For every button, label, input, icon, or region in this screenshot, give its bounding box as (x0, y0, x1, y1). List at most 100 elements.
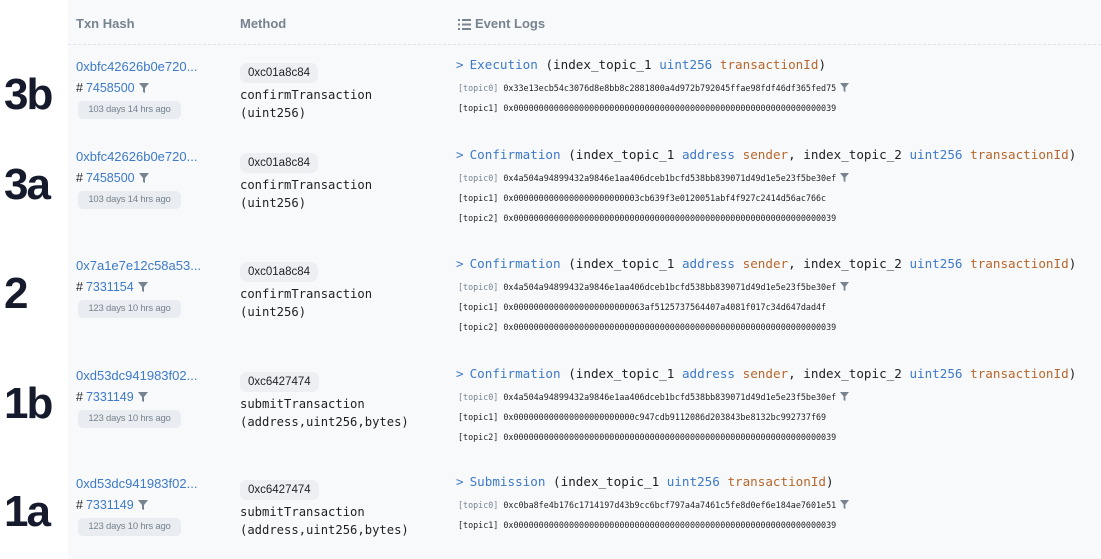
event-open-paren: ( (568, 366, 576, 381)
topic-value: 0x4a504a94899432a9846e1aa406dceb1bcfd538… (503, 392, 837, 402)
column-header-txn-hash: Txn Hash (76, 16, 135, 31)
method-id-badge: 0xc6427474 (240, 480, 319, 500)
event-param-part (735, 147, 743, 162)
txn-hash-link[interactable]: 0xbfc42626b0e720... (76, 59, 197, 74)
method-id-badge: 0xc01a8c84 (240, 262, 319, 282)
txn-hash-link[interactable]: 0xbfc42626b0e720... (76, 149, 197, 164)
chevron-right-icon[interactable]: > (456, 256, 464, 271)
event-param-part: , index_topic_2 (788, 366, 910, 381)
topic-value: 0x00000000000000000000000063af5125737564… (503, 302, 827, 312)
filter-icon[interactable] (840, 83, 850, 92)
topic-line: [topic0] 0x4a504a94899432a9846e1aa406dce… (458, 173, 850, 183)
topic-line: [topic1] 0x00000000000000000000000000000… (458, 103, 836, 113)
row-annotation-label: 3a (4, 160, 51, 209)
filter-icon[interactable] (840, 173, 850, 182)
event-open-paren: ( (545, 57, 554, 72)
event-param-part (735, 256, 743, 271)
event-param-part (712, 57, 720, 72)
topic-line: [topic1] 0x00000000000000000000000063af5… (458, 302, 826, 312)
event-signature[interactable]: > Confirmation (index_topic_1 address sen… (456, 147, 1076, 162)
event-name: Confirmation (469, 147, 561, 162)
chevron-right-icon[interactable]: > (456, 366, 464, 381)
topic-value: 0x0000000000000000000000003cb639f3e01200… (503, 193, 827, 203)
filter-icon[interactable] (840, 392, 850, 401)
txn-hash-link[interactable]: 0xd53dc941983f02... (76, 368, 197, 383)
event-param-part: transactionId (970, 147, 1069, 162)
method-signature-line: (address,uint256,bytes) (240, 415, 409, 429)
event-param-part: sender (742, 256, 789, 271)
event-param-part: transactionId (719, 57, 819, 72)
method-id-badge: 0xc01a8c84 (240, 63, 319, 83)
topic-label: [topic0] (458, 500, 499, 510)
topic-value: 0x00000000000000000000000000000000000000… (503, 322, 837, 332)
topic-value: 0x000000000000000000000000c947cdb9112086… (503, 412, 827, 422)
topic-value: 0x4a504a94899432a9846e1aa406dceb1bcfd538… (503, 173, 837, 183)
topic-value: 0xc0ba8fe4b176c1714197d43b9cc6bcf797a4a7… (503, 500, 837, 510)
event-signature[interactable]: > Submission (index_topic_1 uint256 trans… (456, 474, 834, 489)
event-close-paren: ) (1068, 256, 1077, 271)
topic-line: [topic2] 0x00000000000000000000000000000… (458, 432, 836, 442)
block-number-link[interactable]: 7331149 (86, 498, 134, 512)
row-annotation-label: 3b (4, 70, 53, 119)
block-number-link[interactable]: 7458500 (86, 81, 135, 95)
event-param-part (963, 147, 971, 162)
row-annotation-label: 1a (4, 487, 51, 536)
txn-hash-link[interactable]: 0x7a1e7e12c58a53... (76, 258, 201, 273)
event-param-part: index_topic_1 (553, 57, 660, 72)
topic-label: [topic1] (458, 520, 499, 530)
method-signature-line: confirmTransaction (240, 178, 373, 192)
chevron-right-icon[interactable]: > (456, 57, 464, 72)
topic-line: [topic2] 0x00000000000000000000000000000… (458, 213, 836, 223)
topic-value: 0x00000000000000000000000000000000000000… (503, 432, 837, 442)
topic-value: 0x00000000000000000000000000000000000000… (503, 213, 837, 223)
block-number-link[interactable]: 7331149 (86, 390, 134, 404)
method-signature-line: submitTransaction (240, 505, 365, 519)
age-badge: 103 days 14 hrs ago (78, 101, 181, 119)
block-number-link[interactable]: 7458500 (86, 171, 135, 185)
filter-icon[interactable] (137, 282, 148, 292)
event-name: Submission (469, 474, 546, 489)
event-name: Confirmation (469, 366, 561, 381)
event-signature[interactable]: > Execution (index_topic_1 uint256 transa… (456, 57, 826, 72)
topic-line: [topic0] 0x4a504a94899432a9846e1aa406dce… (458, 282, 850, 292)
event-param-part: uint256 (909, 147, 963, 162)
topic-label: [topic1] (458, 302, 499, 312)
topic-line: [topic0] 0x33e13ecb54c3076d8e8bb8c288180… (458, 83, 850, 93)
event-param-part: uint256 (666, 474, 720, 489)
age-badge: 123 days 10 hrs ago (78, 518, 181, 536)
hash-symbol: # (76, 498, 83, 512)
age-badge: 123 days 10 hrs ago (78, 410, 181, 428)
block-number: #7458500 (76, 81, 149, 95)
method-signature-line: (uint256) (240, 196, 307, 210)
hash-symbol: # (76, 390, 83, 404)
topic-label: [topic1] (458, 103, 499, 113)
event-signature[interactable]: > Confirmation (index_topic_1 address sen… (456, 256, 1076, 271)
filter-icon[interactable] (840, 282, 850, 291)
event-name: Confirmation (469, 256, 561, 271)
event-param-part: index_topic_1 (575, 256, 682, 271)
method-signature-line: confirmTransaction (240, 287, 373, 301)
event-param-part (735, 366, 743, 381)
event-param-part: transactionId (970, 256, 1069, 271)
filter-icon[interactable] (138, 173, 149, 183)
txn-hash-link[interactable]: 0xd53dc941983f02... (76, 476, 197, 491)
event-param-part: index_topic_1 (575, 147, 682, 162)
topic-label: [topic2] (458, 322, 499, 332)
block-number-link[interactable]: 7331154 (86, 280, 134, 294)
chevron-right-icon[interactable]: > (456, 147, 464, 162)
filter-icon[interactable] (137, 392, 148, 402)
event-open-paren: ( (568, 256, 576, 271)
event-param-part: transactionId (970, 366, 1069, 381)
filter-icon[interactable] (138, 83, 149, 93)
event-param-part: address (681, 366, 736, 381)
filter-icon[interactable] (137, 500, 148, 510)
method-signature-line: (address,uint256,bytes) (240, 523, 409, 537)
event-close-paren: ) (826, 474, 834, 489)
topic-line: [topic2] 0x00000000000000000000000000000… (458, 322, 836, 332)
event-param-part: address (681, 256, 736, 271)
filter-icon[interactable] (840, 500, 850, 509)
event-signature[interactable]: > Confirmation (index_topic_1 address sen… (456, 366, 1076, 381)
event-param-part: uint256 (909, 366, 963, 381)
chevron-right-icon[interactable]: > (456, 474, 464, 489)
hash-symbol: # (76, 280, 83, 294)
